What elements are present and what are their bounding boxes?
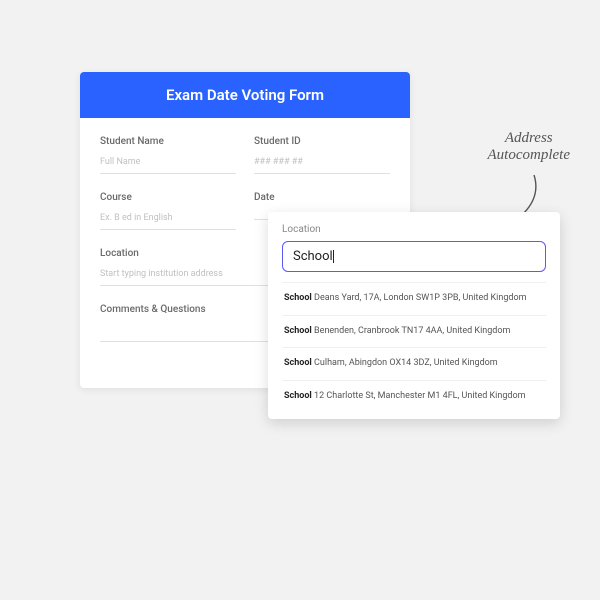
student-id-input[interactable]: ### ### ##	[254, 153, 390, 174]
annotation-line1: Address	[488, 130, 570, 147]
student-name-field[interactable]: Student Name Full Name	[100, 136, 236, 174]
autocomplete-suggestion[interactable]: School Culham, Abingdon OX14 3DZ, United…	[282, 347, 546, 380]
autocomplete-label: Location	[282, 224, 546, 235]
suggestion-rest: Culham, Abingdon OX14 3DZ, United Kingdo…	[312, 358, 498, 368]
suggestion-match: School	[284, 326, 312, 336]
student-id-label: Student ID	[254, 136, 390, 147]
date-label: Date	[254, 192, 390, 203]
suggestion-match: School	[284, 358, 312, 368]
annotation-label: Address Autocomplete	[488, 130, 570, 163]
annotation-line2: Autocomplete	[488, 147, 570, 164]
autocomplete-suggestion[interactable]: School 12 Charlotte St, Manchester M1 4F…	[282, 380, 546, 413]
student-id-field[interactable]: Student ID ### ### ##	[254, 136, 390, 174]
suggestion-match: School	[284, 293, 312, 303]
text-cursor-icon	[333, 250, 334, 263]
autocomplete-search-input[interactable]: School	[282, 241, 546, 272]
form-title: Exam Date Voting Form	[80, 72, 410, 118]
suggestion-rest: Deans Yard, 17A, London SW1P 3PB, United…	[312, 293, 527, 303]
student-name-input[interactable]: Full Name	[100, 153, 236, 174]
suggestion-match: School	[284, 391, 312, 401]
autocomplete-suggestion[interactable]: School Deans Yard, 17A, London SW1P 3PB,…	[282, 282, 546, 315]
student-name-label: Student Name	[100, 136, 236, 147]
course-field[interactable]: Course Ex. B ed in English	[100, 192, 236, 230]
course-input[interactable]: Ex. B ed in English	[100, 209, 236, 230]
suggestion-rest: Benenden, Cranbrook TN17 4AA, United Kin…	[312, 326, 511, 336]
suggestion-rest: 12 Charlotte St, Manchester M1 4FL, Unit…	[312, 391, 526, 401]
autocomplete-popup: Location School School Deans Yard, 17A, …	[268, 212, 560, 419]
course-label: Course	[100, 192, 236, 203]
autocomplete-suggestion[interactable]: School Benenden, Cranbrook TN17 4AA, Uni…	[282, 315, 546, 348]
autocomplete-query-text: School	[293, 249, 333, 264]
